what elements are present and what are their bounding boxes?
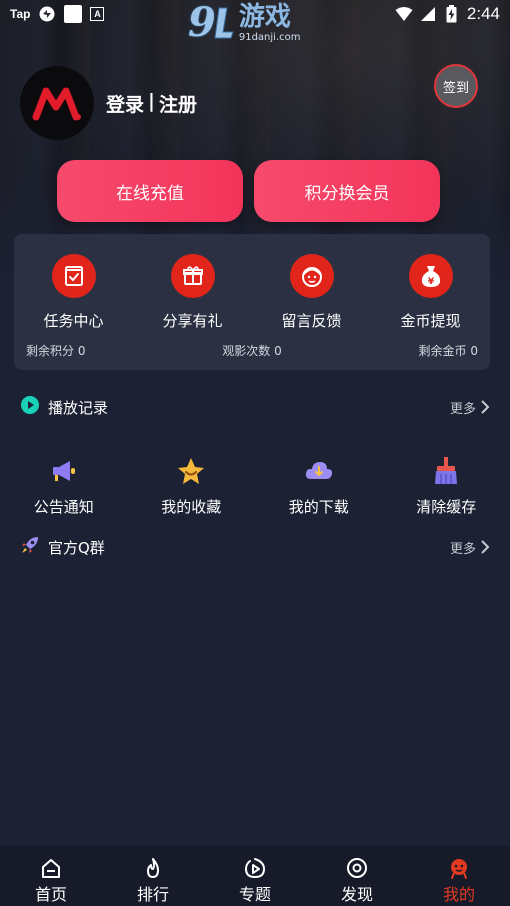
tool-announcements[interactable]: 公告通知 — [0, 456, 128, 517]
exchange-vip-button[interactable]: 积分换会员 — [254, 160, 440, 222]
tool-label: 公告通知 — [33, 498, 94, 516]
a-icon: A — [90, 7, 105, 21]
coins-remaining: 剩余金币 0 — [418, 344, 478, 358]
nav-mine[interactable]: 我的 — [408, 846, 510, 906]
play-history-title: 播放记录 — [48, 398, 109, 417]
views-count: 观影次数 0 — [222, 344, 282, 358]
nav-label: 发现 — [340, 885, 373, 904]
home-icon — [39, 856, 63, 880]
quick-item-feedback[interactable]: 留言反馈 — [252, 254, 371, 331]
login-separator: | — [148, 90, 155, 112]
play-circle-icon — [243, 856, 267, 880]
play-history-more-link[interactable]: 更多 — [450, 398, 490, 417]
nav-ranking[interactable]: 排行 — [102, 846, 204, 906]
wifi-icon — [395, 5, 413, 23]
clock: 2:44 — [466, 4, 500, 23]
star-icon — [176, 456, 206, 486]
qq-group-more-link[interactable]: 更多 — [450, 538, 490, 557]
status-app-label: Tap — [10, 7, 31, 21]
sync-icon — [38, 5, 56, 23]
tool-favorites[interactable]: 我的收藏 — [128, 456, 256, 517]
feedback-icon — [289, 254, 334, 298]
nav-label: 首页 — [34, 885, 67, 904]
profile-icon — [447, 856, 471, 880]
nav-topics[interactable]: 专题 — [204, 846, 306, 906]
quick-item-label: 留言反馈 — [281, 312, 342, 330]
watermark-url: 91danji.com — [238, 32, 301, 43]
rocket-icon — [20, 535, 40, 559]
money-bag-icon: ¥ — [408, 254, 453, 298]
more-label: 更多 — [449, 401, 476, 417]
quick-item-withdraw[interactable]: ¥ 金币提现 — [371, 254, 490, 331]
chevron-right-icon — [481, 540, 490, 554]
more-label: 更多 — [449, 541, 476, 557]
play-history-row[interactable]: 播放记录 更多 — [20, 396, 490, 418]
register-link[interactable]: 注册 — [159, 90, 197, 117]
recharge-button[interactable]: 在线充值 — [57, 160, 243, 222]
logo-m-icon — [32, 87, 81, 121]
login-register: 登录 | 注册 — [106, 90, 197, 117]
task-icon — [51, 254, 96, 298]
quick-item-label: 分享有礼 — [162, 312, 223, 330]
qq-group-title: 官方Q群 — [48, 538, 105, 557]
quick-menu-card: 任务中心 分享有礼 留言反馈 ¥ 金币提现 剩余积分 0 观影次数 0 剩余金币… — [14, 234, 490, 370]
watermark-title: 游戏 — [238, 2, 291, 32]
quick-item-label: 金币提现 — [400, 312, 461, 330]
nav-label: 专题 — [238, 885, 271, 904]
notification-square-icon — [64, 5, 83, 23]
megaphone-icon — [49, 456, 79, 486]
avatar[interactable] — [20, 66, 94, 140]
discover-icon — [345, 856, 369, 880]
login-link[interactable]: 登录 — [106, 90, 144, 117]
nav-discover[interactable]: 发现 — [306, 846, 408, 906]
watermark-l-glyph — [214, 7, 234, 39]
tool-clear-cache[interactable]: 清除缓存 — [383, 456, 510, 517]
broom-icon — [431, 456, 461, 486]
battery-charging-icon — [443, 5, 461, 23]
tools-grid: 公告通知 我的收藏 我的下载 清除缓存 — [0, 456, 510, 517]
signal-icon — [419, 5, 437, 23]
chevron-right-icon — [481, 400, 490, 414]
play-history-icon — [20, 395, 40, 419]
gift-icon — [170, 254, 215, 298]
site-watermark: 9 游戏 91danji.com — [188, 2, 328, 52]
cloud-download-icon — [304, 456, 334, 486]
points-remaining: 剩余积分 0 — [26, 344, 86, 358]
tool-label: 我的收藏 — [161, 498, 222, 516]
watermark-number: 9 — [188, 0, 216, 46]
quick-item-label: 任务中心 — [43, 312, 104, 330]
signin-button[interactable]: 签到 — [434, 64, 478, 108]
tool-label: 清除缓存 — [416, 498, 477, 516]
bottom-nav: 首页 排行 专题 发现 我的 — [0, 846, 510, 906]
nav-label: 排行 — [136, 885, 169, 904]
stats-row: 剩余积分 0 观影次数 0 剩余金币 0 — [26, 342, 478, 359]
qq-group-row[interactable]: 官方Q群 更多 — [20, 536, 490, 558]
fire-icon — [141, 856, 165, 880]
tool-downloads[interactable]: 我的下载 — [255, 456, 383, 517]
nav-home[interactable]: 首页 — [0, 846, 102, 906]
nav-label: 我的 — [442, 885, 475, 904]
quick-item-share[interactable]: 分享有礼 — [133, 254, 252, 331]
tool-label: 我的下载 — [288, 498, 349, 516]
quick-item-tasks[interactable]: 任务中心 — [14, 254, 133, 331]
svg-text:¥: ¥ — [427, 277, 434, 287]
